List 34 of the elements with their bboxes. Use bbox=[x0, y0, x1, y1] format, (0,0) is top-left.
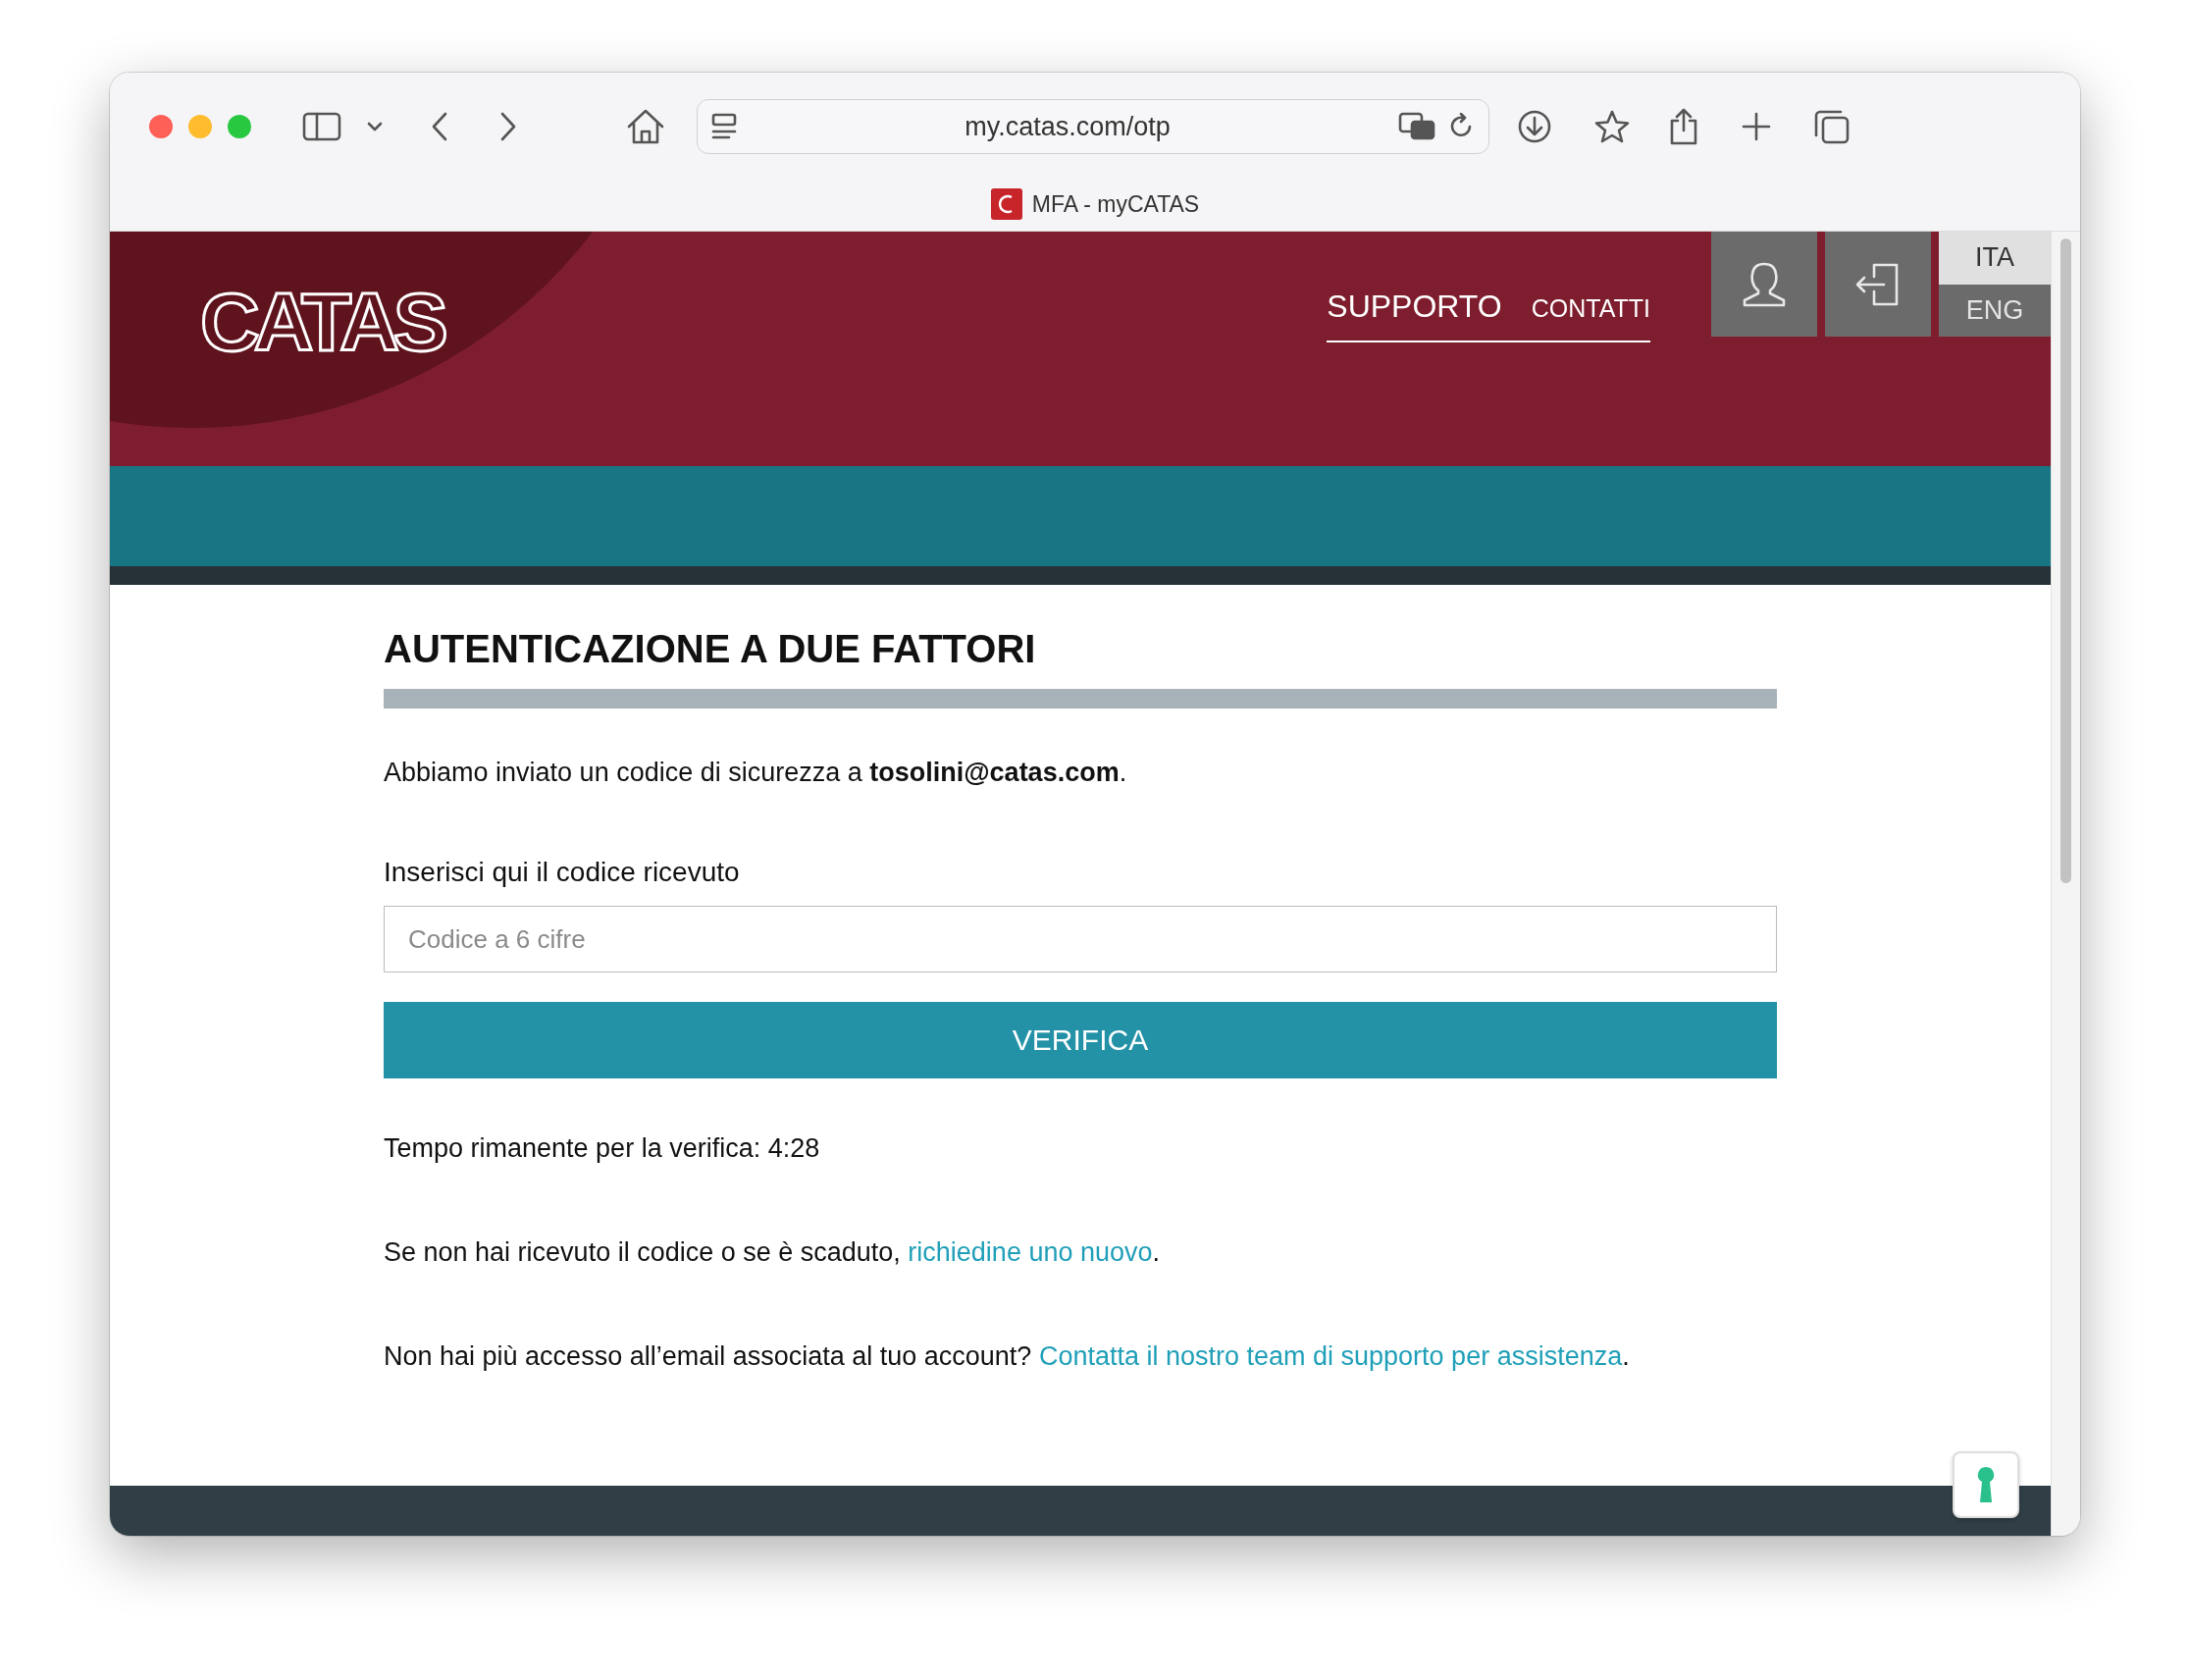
user-button[interactable] bbox=[1711, 232, 1817, 337]
forward-icon[interactable] bbox=[498, 111, 518, 142]
share-icon[interactable] bbox=[1668, 107, 1699, 146]
star-icon[interactable] bbox=[1593, 109, 1631, 144]
tab-title[interactable]: MFA - myCATAS bbox=[1031, 190, 1200, 218]
home-icon[interactable] bbox=[626, 108, 665, 145]
tabs-icon[interactable] bbox=[1813, 108, 1851, 145]
intro-text: Abbiamo inviato un codice di sicurezza a tosolini@catas.com. bbox=[384, 758, 1128, 788]
download-icon[interactable] bbox=[1517, 109, 1552, 144]
timer-text: Tempo rimanente per la verifica: 4:28 bbox=[384, 1133, 821, 1164]
code-input-field[interactable]: Codice a 6 cifre bbox=[384, 906, 1777, 972]
page-title: AUTENTICAZIONE A DUE FATTORI bbox=[384, 627, 1037, 671]
translate-icon[interactable] bbox=[1398, 112, 1437, 141]
code-label: Inserisci qui il codice ricevuto bbox=[384, 857, 741, 888]
scrollbar-thumb[interactable] bbox=[2060, 238, 2071, 883]
chevron-down-icon[interactable] bbox=[365, 120, 385, 133]
page-menu-icon[interactable] bbox=[711, 113, 737, 140]
back-icon[interactable] bbox=[430, 111, 449, 142]
language-option[interactable]: ITA bbox=[1939, 232, 2051, 285]
user-icon bbox=[1741, 260, 1788, 308]
support-text: Non hai più accesso all’email associata al tuo account? Contatta il nostro team di supporto per assistenza. bbox=[384, 1341, 1631, 1372]
resend-text: Se non hai ricevuto il codice o se è scaduto, richiedine uno nuovo. bbox=[384, 1237, 1162, 1268]
keyhole-icon bbox=[1976, 1467, 1996, 1502]
nav-link[interactable]: CONTATTI bbox=[1531, 294, 1650, 323]
verify-button[interactable]: VERIFICA bbox=[384, 1002, 1777, 1078]
language-option[interactable]: ENG bbox=[1939, 284, 2051, 337]
close-button[interactable] bbox=[149, 115, 173, 138]
sidebar-icon[interactable] bbox=[302, 112, 341, 141]
nav-link[interactable]: SUPPORTO bbox=[1327, 289, 1502, 325]
address-bar[interactable]: my.catas.com/otp bbox=[697, 99, 1489, 154]
site-logo[interactable]: CATAS bbox=[196, 273, 454, 372]
logout-button[interactable] bbox=[1825, 232, 1931, 337]
site-favicon-icon bbox=[990, 188, 1022, 220]
plus-icon[interactable] bbox=[1741, 111, 1772, 142]
